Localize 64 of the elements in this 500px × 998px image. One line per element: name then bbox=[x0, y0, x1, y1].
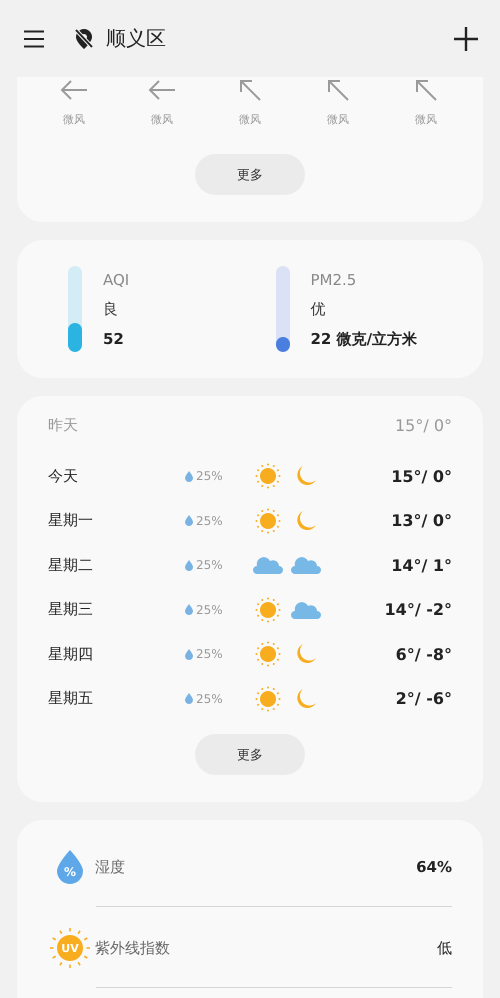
more-button[interactable]: 更多 bbox=[195, 734, 305, 775]
left-arrow-icon bbox=[60, 78, 88, 102]
day-label: 昨天 bbox=[48, 416, 79, 435]
detail-label: 湿度 bbox=[95, 858, 126, 876]
sun-icon bbox=[255, 641, 281, 668]
raindrop-icon bbox=[185, 515, 193, 526]
sun-icon bbox=[255, 508, 281, 534]
temperature-range: 13°/ 0° bbox=[390, 511, 452, 530]
raindrop-icon bbox=[185, 470, 193, 482]
rain-chance: 25% bbox=[196, 469, 223, 484]
cloud-icon bbox=[291, 600, 321, 619]
moon-icon bbox=[295, 465, 317, 488]
moon-icon bbox=[295, 688, 317, 710]
more-button[interactable]: 更多 bbox=[195, 154, 305, 195]
wind-label: 微风 bbox=[151, 112, 173, 127]
up-left-arrow-icon bbox=[239, 78, 261, 102]
day-label: 星期五 bbox=[48, 689, 94, 708]
temperature-range: 14°/ 1° bbox=[390, 556, 452, 575]
rain-chance: 25% bbox=[196, 692, 223, 706]
left-arrow-icon bbox=[148, 78, 176, 102]
cloud-icon bbox=[291, 556, 321, 574]
raindrop-icon bbox=[185, 648, 193, 660]
moon-icon bbox=[295, 510, 317, 532]
temperature-range: 6°/ -8° bbox=[394, 644, 452, 664]
up-left-arrow-icon bbox=[327, 78, 349, 102]
air-metric-name: AQI bbox=[103, 271, 130, 289]
temperature-range: 15°/ 0° bbox=[394, 416, 452, 435]
temperature-range: 14°/ -2° bbox=[384, 600, 452, 620]
day-label: 星期一 bbox=[48, 511, 94, 530]
sun-icon bbox=[255, 686, 281, 712]
cloud-icon bbox=[253, 556, 283, 574]
day-label: 星期四 bbox=[48, 644, 94, 664]
rain-chance: 25% bbox=[196, 514, 223, 528]
raindrop-icon bbox=[185, 604, 193, 616]
add-icon[interactable] bbox=[454, 26, 478, 50]
sun-icon bbox=[255, 463, 281, 490]
raindrop-icon bbox=[185, 560, 193, 571]
air-value: 52 bbox=[103, 330, 125, 348]
menu-icon[interactable] bbox=[24, 30, 44, 48]
wind-label: 微风 bbox=[63, 112, 85, 127]
air-metric-name: PM2.5 bbox=[310, 271, 358, 289]
rain-chance: 25% bbox=[196, 602, 223, 617]
detail-value: 64% bbox=[416, 858, 452, 876]
wind-label: 微风 bbox=[239, 112, 261, 127]
temperature-range: 15°/ 0° bbox=[390, 466, 452, 486]
air-value: 22 微克/立方米 bbox=[310, 330, 418, 349]
air-grade: 优 bbox=[310, 300, 326, 319]
sun-icon bbox=[255, 596, 281, 623]
up-left-arrow-icon bbox=[415, 78, 437, 102]
moon-icon bbox=[295, 643, 317, 666]
rain-chance: 25% bbox=[196, 647, 223, 662]
wind-label: 微风 bbox=[327, 112, 349, 127]
detail-label: 紫外线指数 bbox=[95, 938, 171, 958]
temperature-range: 2°/ -6° bbox=[394, 689, 452, 708]
air-grade: 良 bbox=[103, 300, 119, 319]
detail-value: 低 bbox=[437, 938, 452, 958]
wind-label: 微风 bbox=[415, 112, 437, 127]
day-label: 今天 bbox=[48, 466, 79, 486]
day-label: 星期三 bbox=[48, 600, 94, 620]
location-off-icon bbox=[74, 28, 94, 50]
raindrop-icon bbox=[185, 693, 193, 704]
location-title: 顺义区 bbox=[106, 25, 167, 52]
day-label: 星期二 bbox=[48, 556, 94, 575]
rain-chance: 25% bbox=[196, 558, 223, 572]
